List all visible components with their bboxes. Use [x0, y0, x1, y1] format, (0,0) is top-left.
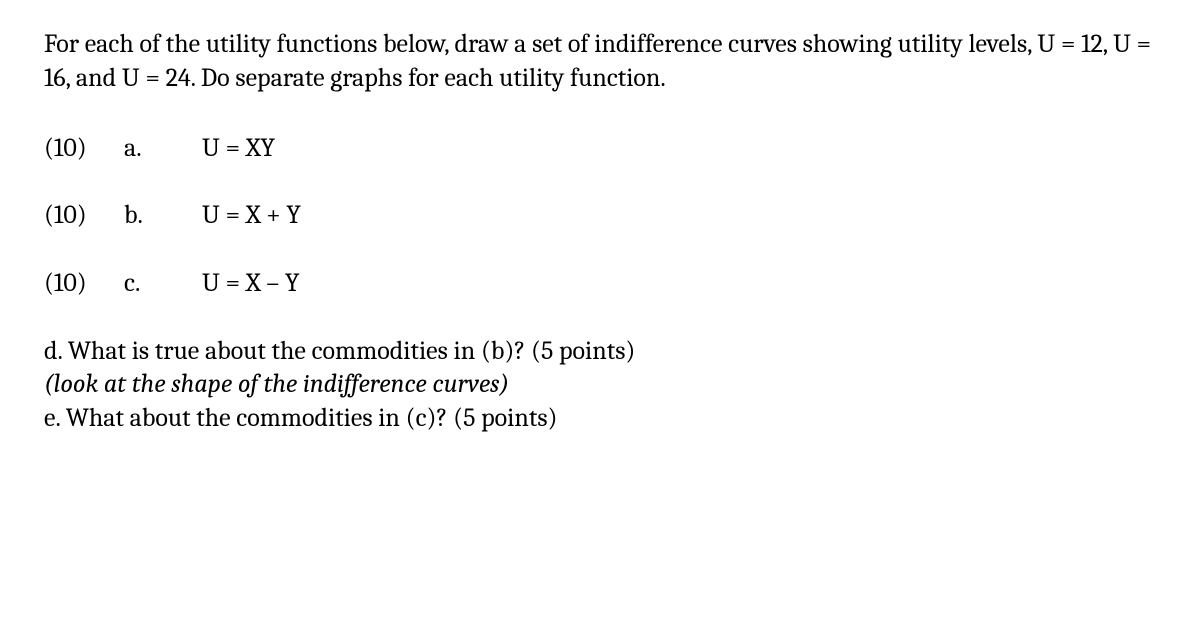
question-d-hint: (look at the shape of the indifference c…	[44, 368, 1154, 401]
points-label: (10)	[44, 267, 124, 301]
followup-questions: d. What is true about the commodities in…	[44, 335, 1154, 435]
item-letter: a.	[124, 132, 202, 166]
question-d: d. What is true about the commodities in…	[44, 335, 1154, 368]
question-item-c: (10) c. U = X – Y	[44, 267, 1154, 301]
question-item-b: (10) b. U = X + Y	[44, 199, 1154, 233]
points-label: (10)	[44, 199, 124, 233]
points-label: (10)	[44, 132, 124, 166]
utility-formula: U = XY	[202, 132, 1154, 166]
item-letter: b.	[124, 199, 202, 233]
utility-formula: U = X – Y	[202, 267, 1154, 301]
item-letter: c.	[124, 267, 202, 301]
question-intro: For each of the utility functions below,…	[44, 28, 1154, 96]
question-e: e. What about the commodities in (c)? (5…	[44, 402, 1154, 435]
question-item-a: (10) a. U = XY	[44, 132, 1154, 166]
utility-formula: U = X + Y	[202, 199, 1154, 233]
